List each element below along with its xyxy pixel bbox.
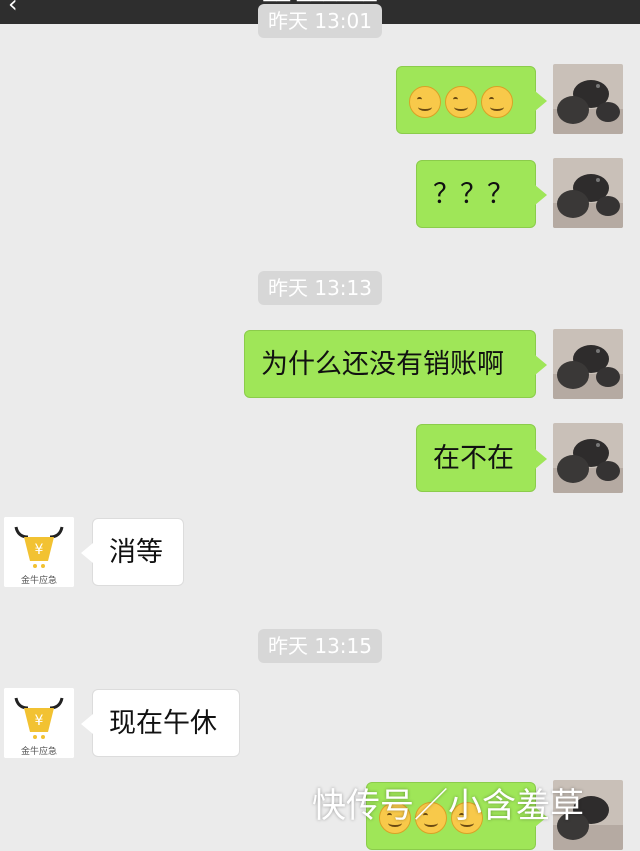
svg-text:¥: ¥ bbox=[35, 542, 44, 558]
avatar[interactable]: ¥ 金牛应急 bbox=[4, 517, 74, 587]
message-bubble-outgoing[interactable]: 为什么还没有销账啊 bbox=[244, 330, 547, 398]
timestamp: 昨天 13:13 bbox=[258, 271, 382, 305]
avatar[interactable] bbox=[553, 423, 623, 493]
avatar[interactable] bbox=[553, 64, 623, 134]
timestamp: 昨天 13:15 bbox=[258, 629, 382, 663]
message-bubble-incoming[interactable]: 消等 bbox=[81, 518, 184, 586]
timestamp: 昨天 13:01 bbox=[258, 4, 382, 38]
message-bubble-incoming[interactable]: 现在午休 bbox=[81, 689, 240, 757]
watermark: 快传号／小含羞草 bbox=[312, 786, 584, 826]
avatar-caption: 金牛应急 bbox=[20, 747, 57, 757]
avatar[interactable] bbox=[553, 158, 623, 228]
avatar[interactable]: ¥ 金牛应急 bbox=[4, 688, 74, 758]
svg-text:¥: ¥ bbox=[35, 713, 44, 729]
smile-emoji-icon bbox=[409, 85, 441, 118]
message-bubble-outgoing[interactable]: 在不在 bbox=[416, 424, 547, 492]
message-bubble-outgoing[interactable] bbox=[396, 66, 547, 134]
avatar-caption: 金牛应急 bbox=[20, 576, 57, 586]
back-icon[interactable]: ‹ bbox=[8, 0, 18, 18]
smile-emoji-icon bbox=[445, 85, 477, 118]
message-bubble-outgoing[interactable]: ？？？ bbox=[416, 160, 547, 228]
smile-emoji-icon bbox=[481, 85, 513, 118]
avatar[interactable] bbox=[553, 329, 623, 399]
